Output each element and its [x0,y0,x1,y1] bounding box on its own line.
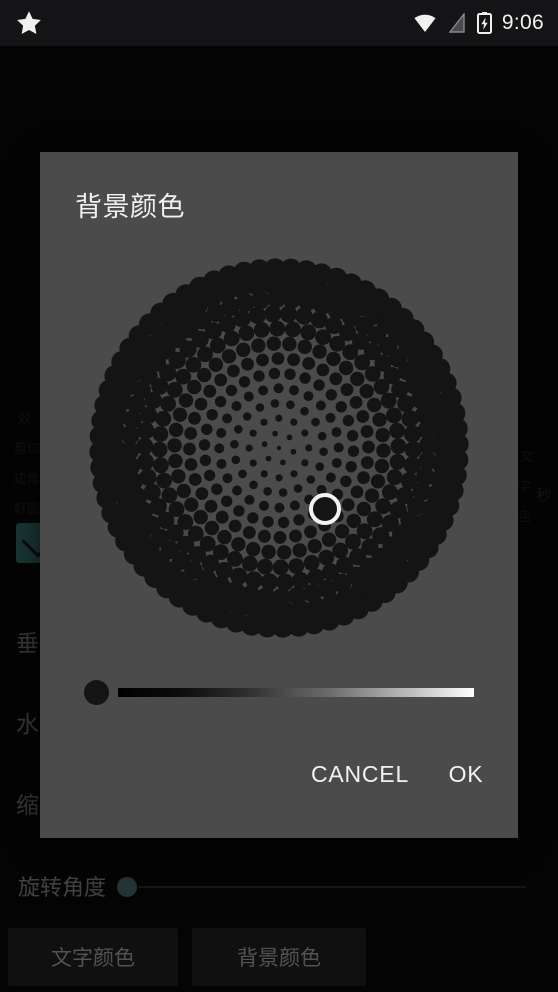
wifi-icon [414,14,436,33]
color-wheel-dots[interactable] [45,252,513,672]
color-wheel[interactable] [45,252,513,672]
dialog-title: 背景颜色 [75,192,185,222]
screen: 垂 水 缩 秒 效 剪切 边角 好图 文 字 色 旋转角度 文字颜色 背景颜色 [0,0,558,992]
status-time: 9:06 [501,11,544,34]
star-icon [17,11,41,34]
signal-icon [448,13,465,33]
brightness-slider[interactable] [76,672,482,712]
status-icons: 9:06 [413,0,544,46]
cancel-button[interactable]: CANCEL [295,752,425,796]
status-bar: 9:06 [0,0,558,46]
battery-charging-icon [476,12,492,34]
color-picker-dialog: 背景颜色 CANCEL OK [40,152,518,838]
ok-button[interactable]: OK [438,752,494,796]
brightness-slider-thumb[interactable] [84,680,109,705]
dialog-actions: CANCEL OK [40,752,518,812]
brightness-slider-track[interactable] [118,688,474,697]
color-wheel-selector[interactable] [309,493,341,525]
